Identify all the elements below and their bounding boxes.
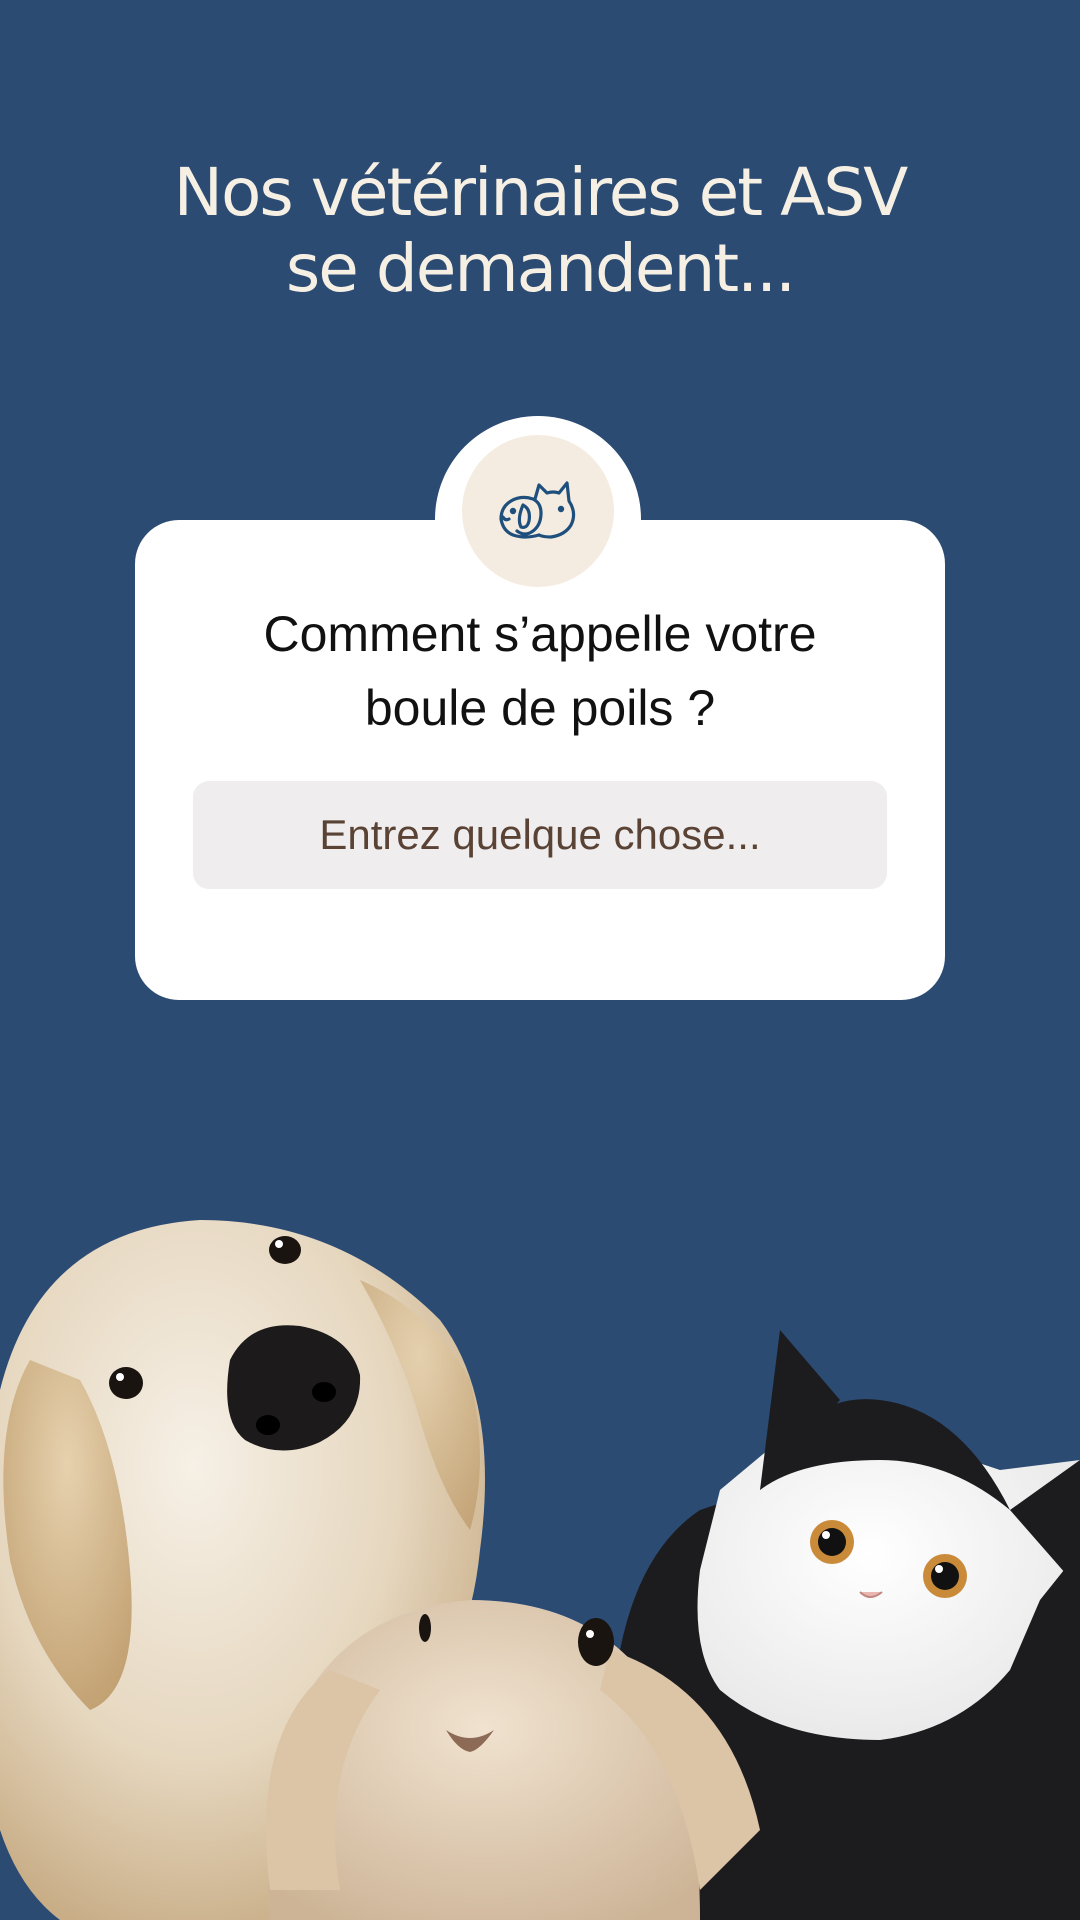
title-line-1: Nos vétérinaires et ASV <box>173 154 909 231</box>
question-text: Comment s’appelle votre boule de poils ? <box>135 597 945 745</box>
pets-photo <box>0 1220 1080 1920</box>
question-line-2: boule de poils ? <box>364 680 716 736</box>
title-line-2: se demandent... <box>285 230 796 307</box>
dog-cat-icon <box>499 481 576 539</box>
page-title: Nos vétérinaires et ASV se demandent... <box>0 155 1080 307</box>
answer-input[interactable] <box>193 781 887 889</box>
question-line-1: Comment s’appelle votre <box>263 606 817 662</box>
badge <box>462 435 614 587</box>
